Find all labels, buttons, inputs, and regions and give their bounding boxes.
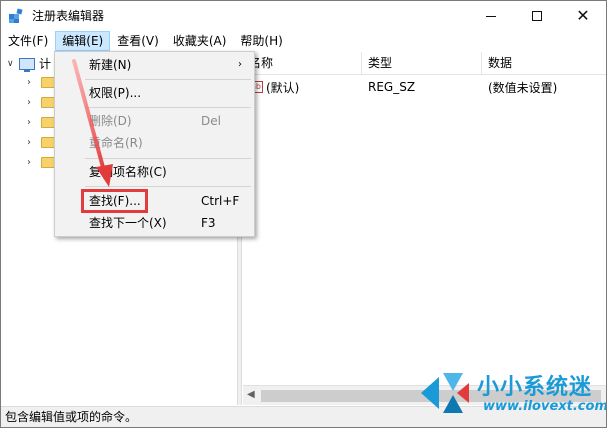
- value-type: REG_SZ: [368, 80, 416, 94]
- tree-item[interactable]: ›: [27, 74, 55, 90]
- registry-app-icon: [9, 8, 23, 23]
- menu-item-new[interactable]: 新建(N) ›: [57, 54, 252, 76]
- menu-item-find-next[interactable]: 查找下一个(X) F3: [57, 212, 252, 234]
- status-text: 包含编辑值或项的命令。: [5, 410, 138, 424]
- chevron-right-icon[interactable]: ›: [27, 157, 41, 168]
- menu-item-label: 删除(D): [89, 114, 132, 128]
- tree-item[interactable]: ›: [27, 134, 55, 150]
- menu-item-shortcut: F3: [201, 216, 216, 230]
- folder-icon: [41, 96, 55, 108]
- minimize-icon: [486, 15, 496, 17]
- chevron-right-icon[interactable]: ›: [27, 77, 41, 88]
- value-data: (数值未设置): [488, 80, 558, 95]
- column-header-type[interactable]: 类型: [362, 52, 482, 75]
- menu-separator: [85, 158, 251, 159]
- window-title: 注册表编辑器: [32, 9, 105, 23]
- column-header-data[interactable]: 数据: [482, 52, 606, 75]
- watermark-url: www.ilovext.com: [483, 399, 607, 414]
- computer-icon: [19, 58, 35, 72]
- chevron-right-icon[interactable]: ›: [27, 117, 41, 128]
- edit-menu-dropdown: 新建(N) › 权限(P)... 删除(D) Del 重命名(R) 复制项名称(…: [54, 51, 255, 237]
- list-header: 名称 类型 数据: [243, 52, 606, 75]
- menu-item-rename[interactable]: 重命名(R): [57, 132, 252, 154]
- chevron-right-icon[interactable]: ›: [27, 137, 41, 148]
- close-button[interactable]: ✕: [560, 1, 606, 31]
- folder-icon: [41, 136, 55, 148]
- title-bar: 注册表编辑器 ✕: [1, 1, 606, 31]
- value-name: (默认): [266, 80, 300, 95]
- chevron-right-icon[interactable]: ›: [27, 97, 41, 108]
- scroll-left-icon[interactable]: ◀: [247, 389, 255, 400]
- folder-icon: [41, 116, 55, 128]
- registry-editor-window: 注册表编辑器 ✕ 文件(F) 编辑(E) 查看(V) 收藏夹(A) 帮助(H) …: [0, 0, 607, 428]
- menu-file[interactable]: 文件(F): [1, 31, 55, 51]
- menu-item-permissions[interactable]: 权限(P)...: [57, 82, 252, 104]
- value-list-pane[interactable]: 名称 类型 数据 ab (默认) REG_SZ (数值未设置): [243, 52, 606, 405]
- menu-separator: [85, 186, 251, 187]
- menu-item-delete[interactable]: 删除(D) Del: [57, 110, 252, 132]
- menu-item-label: 新建(N): [89, 58, 132, 72]
- table-row[interactable]: ab (默认) REG_SZ (数值未设置): [243, 78, 606, 96]
- submenu-arrow-icon: ›: [238, 59, 242, 70]
- tree-item[interactable]: ›: [27, 114, 55, 130]
- tree-item[interactable]: ›: [27, 154, 55, 170]
- minimize-button[interactable]: [468, 1, 514, 31]
- menu-separator: [85, 107, 251, 108]
- menu-item-shortcut: Del: [201, 114, 221, 128]
- column-header-name[interactable]: 名称: [243, 52, 362, 75]
- menu-view[interactable]: 查看(V): [110, 31, 166, 51]
- menu-bar: 文件(F) 编辑(E) 查看(V) 收藏夹(A) 帮助(H): [1, 31, 606, 51]
- find-highlight-box: [81, 189, 148, 213]
- tree-item[interactable]: ›: [27, 94, 55, 110]
- menu-item-label: 复制项名称(C): [89, 165, 167, 179]
- menu-separator: [85, 79, 251, 80]
- folder-icon: [41, 156, 55, 168]
- maximize-button[interactable]: [514, 1, 560, 31]
- menu-item-label: 重命名(R): [89, 136, 143, 150]
- chevron-down-icon[interactable]: ∨: [7, 59, 19, 69]
- menu-item-shortcut: Ctrl+F: [201, 194, 240, 208]
- watermark-logo-icon: [421, 373, 469, 413]
- tree-root-computer[interactable]: ∨ 计: [7, 56, 51, 72]
- maximize-icon: [532, 11, 542, 21]
- menu-favorites[interactable]: 收藏夹(A): [166, 31, 234, 51]
- watermark: 小小系统迷 www.ilovext.com: [419, 365, 607, 427]
- value-name-cell: ab (默认): [243, 79, 362, 96]
- menu-help[interactable]: 帮助(H): [233, 31, 289, 51]
- menu-item-label: 权限(P)...: [89, 86, 142, 100]
- folder-icon: [41, 76, 55, 88]
- watermark-brand: 小小系统迷: [477, 375, 593, 400]
- tree-root-label: 计: [39, 57, 52, 71]
- menu-item-label: 查找下一个(X): [89, 216, 167, 230]
- menu-item-copy-key-name[interactable]: 复制项名称(C): [57, 161, 252, 183]
- menu-edit[interactable]: 编辑(E): [55, 31, 111, 51]
- close-icon: ✕: [576, 6, 590, 25]
